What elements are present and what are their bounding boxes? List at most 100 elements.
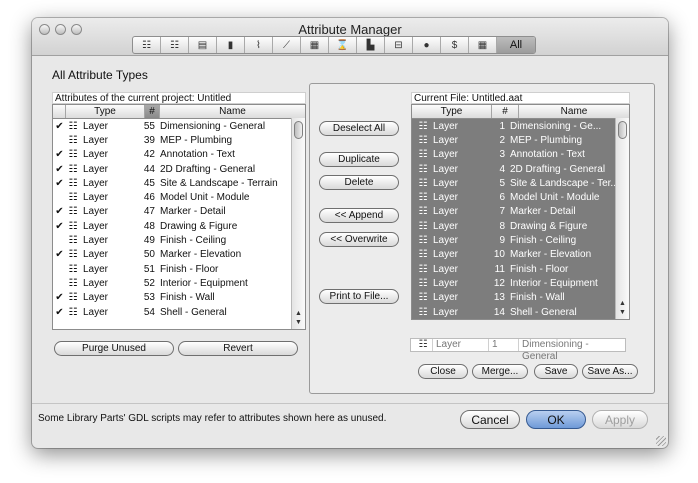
ok-button[interactable]: OK xyxy=(526,410,586,429)
file-attributes-list[interactable]: Type # Name ☷ Layer 1 Dimensioning - Ge... ☷… xyxy=(411,104,630,320)
used-check-icon: ✔ xyxy=(55,206,64,218)
city-icon[interactable]: ● xyxy=(413,37,441,53)
list-item[interactable]: ☷ Layer 3 Annotation - Text xyxy=(412,148,629,162)
all-types-button[interactable]: All xyxy=(497,37,535,53)
row-type: Layer xyxy=(83,220,109,232)
row-name: Annotation - Text xyxy=(160,149,235,161)
column-type[interactable]: Type xyxy=(412,105,492,118)
file-list-scrollbar[interactable]: ▲ ▼ xyxy=(615,118,629,319)
list-item[interactable]: ☷ Layer 6 Model Unit - Module xyxy=(412,190,629,204)
column-number[interactable]: # xyxy=(145,105,160,118)
duplicate-button[interactable]: Duplicate xyxy=(319,152,399,167)
list-item[interactable]: ✔ ☷ Layer 42 Annotation - Text xyxy=(53,148,305,162)
list-item[interactable]: ☷ Layer 12 Interior - Equipment xyxy=(412,276,629,290)
list-item[interactable]: ☷ Layer 46 Model Unit - Module xyxy=(53,190,305,204)
composite-icon[interactable]: ⌇ xyxy=(245,37,273,53)
row-type: Layer xyxy=(433,206,459,218)
list-item[interactable]: ☷ Layer 4 2D Drafting - General xyxy=(412,162,629,176)
list-item[interactable]: ☷ Layer 10 Marker - Elevation xyxy=(412,248,629,262)
fill-types-icon[interactable]: ▤ xyxy=(189,37,217,53)
scroll-up-arrow-icon[interactable]: ▲ xyxy=(619,300,626,308)
pens-icon[interactable]: ▮ xyxy=(217,37,245,53)
column-name[interactable]: Name xyxy=(519,105,629,118)
scroll-thumb[interactable] xyxy=(618,121,627,139)
scroll-up-arrow-icon[interactable]: ▲ xyxy=(295,310,302,318)
list-item[interactable]: ✔ ☷ Layer 54 Shell - General xyxy=(53,305,305,319)
row-name: Dimensioning - Ge... xyxy=(510,120,602,132)
list-item[interactable]: ☷ Layer 13 Finish - Wall xyxy=(412,291,629,305)
row-name: Finish - Ceiling xyxy=(160,235,227,247)
list-item[interactable]: ✔ ☷ Layer 53 Finish - Wall xyxy=(53,291,305,305)
used-check-icon: ✔ xyxy=(55,177,64,189)
list-item[interactable]: ☷ Layer 2 MEP - Plumbing xyxy=(412,133,629,147)
list-item[interactable]: ✔ ☷ Layer 44 2D Drafting - General xyxy=(53,162,305,176)
close-button[interactable]: Close xyxy=(418,364,468,379)
scroll-down-arrow-icon[interactable]: ▼ xyxy=(295,319,302,327)
operation-profile-icon[interactable]: ▦ xyxy=(469,37,497,53)
scroll-thumb[interactable] xyxy=(294,121,303,139)
layer-icon: ☷ xyxy=(68,192,78,204)
resize-grip-icon[interactable] xyxy=(656,436,666,446)
used-check-icon: ✔ xyxy=(55,120,64,132)
building-materials-icon[interactable]: ▙ xyxy=(357,37,385,53)
revert-button[interactable]: Revert xyxy=(178,341,298,356)
project-list-scrollbar[interactable]: ▲ ▼ xyxy=(291,118,305,329)
row-type: Layer xyxy=(433,192,459,204)
row-name: Marker - Elevation xyxy=(510,249,592,261)
merge-button[interactable]: Merge... xyxy=(472,364,528,379)
overwrite-button[interactable]: << Overwrite xyxy=(319,232,399,247)
list-item[interactable]: ☷ Layer 14 Shell - General xyxy=(412,305,629,319)
list-item[interactable]: ☷ Layer 39 MEP - Plumbing xyxy=(53,133,305,147)
row-name: Interior - Equipment xyxy=(160,277,248,289)
profile-icon[interactable]: ⟋ xyxy=(273,37,301,53)
layer-icon: ☷ xyxy=(68,177,78,189)
project-attributes-list[interactable]: Type # Name ✔ ☷ Layer 55 Dimensioning - Gene… xyxy=(52,104,306,330)
delete-button[interactable]: Delete xyxy=(319,175,399,190)
deselect-all-button[interactable]: Deselect All xyxy=(319,121,399,136)
row-number: 7 xyxy=(499,206,505,218)
column-number[interactable]: # xyxy=(492,105,519,118)
mep-icon[interactable]: $ xyxy=(441,37,469,53)
row-number: 9 xyxy=(499,235,505,247)
row-type: Layer xyxy=(83,292,109,304)
row-type: Layer xyxy=(433,149,459,161)
layer-icon: ☷ xyxy=(68,149,78,161)
list-item[interactable]: ☷ Layer 8 Drawing & Figure xyxy=(412,219,629,233)
column-type[interactable]: Type xyxy=(66,105,145,118)
list-item[interactable]: ☷ Layer 9 Finish - Ceiling xyxy=(412,233,629,247)
print-to-file-button[interactable]: Print to File... xyxy=(319,289,399,304)
list-item[interactable]: ☷ Layer 51 Finish - Floor xyxy=(53,262,305,276)
save-button[interactable]: Save xyxy=(534,364,578,379)
row-type: Layer xyxy=(83,120,109,132)
append-button[interactable]: << Append xyxy=(319,208,399,223)
list-item[interactable]: ☷ Layer 5 Site & Landscape - Ter... xyxy=(412,176,629,190)
list-item[interactable]: ☷ Layer 52 Interior - Equipment xyxy=(53,276,305,290)
apply-button[interactable]: Apply xyxy=(592,410,648,429)
list-item[interactable]: ✔ ☷ Layer 55 Dimensioning - General xyxy=(53,119,305,133)
materials-icon[interactable]: ▦ xyxy=(301,37,329,53)
list-item[interactable]: ✔ ☷ Layer 45 Site & Landscape - Terrain xyxy=(53,176,305,190)
layer-icon: ☷ xyxy=(418,163,428,175)
layer-icon: ☷ xyxy=(411,339,433,351)
zones-icon[interactable]: ⌛ xyxy=(329,37,357,53)
layer-icon: ☷ xyxy=(68,306,78,318)
list-item[interactable]: ☷ Layer 49 Finish - Ceiling xyxy=(53,233,305,247)
row-type: Layer xyxy=(83,134,109,146)
list-item[interactable]: ☷ Layer 11 Finish - Floor xyxy=(412,262,629,276)
save-as-button[interactable]: Save As... xyxy=(582,364,638,379)
list-item[interactable]: ✔ ☷ Layer 47 Marker - Detail xyxy=(53,205,305,219)
layers-icon[interactable]: ☷ xyxy=(133,37,161,53)
list-item[interactable]: ✔ ☷ Layer 50 Marker - Elevation xyxy=(53,248,305,262)
column-name[interactable]: Name xyxy=(160,105,305,118)
list-item[interactable]: ☷ Layer 1 Dimensioning - Ge... xyxy=(412,119,629,133)
list-item[interactable]: ✔ ☷ Layer 48 Drawing & Figure xyxy=(53,219,305,233)
list-item[interactable]: ☷ Layer 7 Marker - Detail xyxy=(412,205,629,219)
purge-unused-button[interactable]: Purge Unused xyxy=(54,341,174,356)
row-name: Drawing & Figure xyxy=(510,220,588,232)
row-name: Finish - Wall xyxy=(160,292,215,304)
line-types-icon[interactable]: ☷ xyxy=(161,37,189,53)
markup-icon[interactable]: ⊟ xyxy=(385,37,413,53)
cancel-button[interactable]: Cancel xyxy=(460,410,520,429)
scroll-down-arrow-icon[interactable]: ▼ xyxy=(619,309,626,317)
row-name: Drawing & Figure xyxy=(160,220,238,232)
